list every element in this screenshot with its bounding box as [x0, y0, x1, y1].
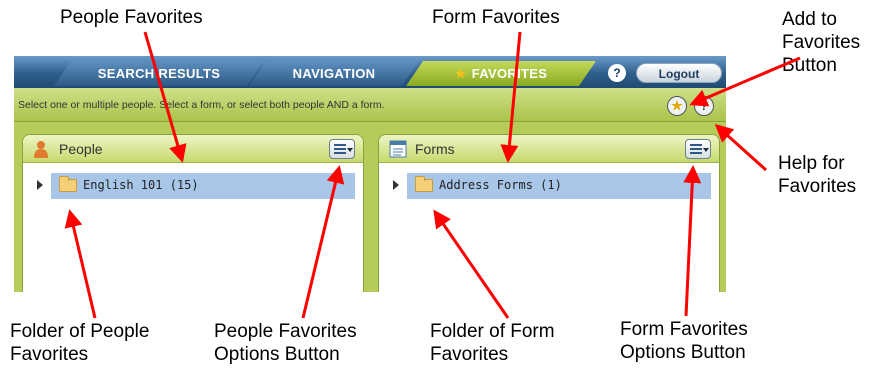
callout-line: Favorites	[782, 32, 861, 53]
folder-icon	[415, 176, 433, 192]
tab-navigation[interactable]: NAVIGATION	[249, 61, 419, 86]
callout-line: Favorites	[430, 344, 509, 365]
callout-folder-of-people-favorites: Folder of People Favorites	[10, 320, 149, 366]
favorites-help-button[interactable]: ?	[694, 96, 714, 116]
people-panel: People English 101 (15)	[22, 134, 364, 292]
callout-line: Add to	[782, 9, 837, 30]
callout-folder-of-form-favorites: Folder of Form Favorites	[430, 320, 555, 366]
chevron-down-icon	[347, 148, 353, 152]
favorites-screen: SEARCH RESULTS NAVIGATION ★ FAVORITES ? L…	[14, 56, 726, 292]
forms-panel-title: Forms	[415, 141, 455, 157]
callout-line: Help for	[778, 153, 845, 174]
callout-line: Options Button	[620, 342, 746, 363]
instruction-bar: Select one or multiple people. Select a …	[14, 88, 726, 122]
callout-people-favorites: People Favorites	[60, 7, 203, 28]
forms-folder-label: Address Forms (1)	[439, 178, 562, 192]
people-options-button[interactable]	[329, 139, 355, 159]
callout-form-favorites-options: Form Favorites Options Button	[620, 318, 748, 364]
options-menu-icon	[334, 144, 346, 146]
help-icon[interactable]: ?	[608, 64, 626, 82]
people-folder-label: English 101 (15)	[83, 178, 199, 192]
tab-favorites[interactable]: ★ FAVORITES	[406, 61, 596, 86]
forms-options-button[interactable]	[685, 139, 711, 159]
callout-line: Favorites	[778, 176, 857, 197]
forms-panel: Forms Address Forms (1)	[378, 134, 720, 292]
expand-arrow-icon[interactable]	[393, 180, 399, 190]
expand-arrow-icon[interactable]	[37, 180, 43, 190]
people-panel-title: People	[59, 141, 103, 157]
callout-line: People Favorites	[214, 321, 357, 342]
callout-line: Folder of People	[10, 321, 150, 342]
tab-bar: SEARCH RESULTS NAVIGATION ★ FAVORITES ? L…	[14, 56, 726, 88]
form-list-icon	[389, 140, 407, 158]
folder-icon	[59, 176, 77, 192]
callout-line: Button	[782, 55, 837, 76]
tab-search-results[interactable]: SEARCH RESULTS	[54, 61, 264, 86]
callout-line: Form Favorites	[620, 319, 748, 340]
chevron-down-icon	[703, 148, 709, 152]
options-menu-icon	[690, 144, 702, 146]
callout-form-favorites: Form Favorites	[432, 7, 560, 28]
instruction-text: Select one or multiple people. Select a …	[18, 99, 385, 111]
callout-line: Favorites	[10, 344, 89, 365]
people-folder-row[interactable]: English 101 (15)	[37, 173, 355, 199]
add-to-favorites-button[interactable]: ★	[667, 96, 687, 116]
forms-panel-header: Forms	[379, 135, 719, 163]
callout-line: Folder of Form	[430, 321, 555, 342]
callout-add-to-favorites: Add to Favorites Button	[782, 8, 860, 77]
forms-folder-row[interactable]: Address Forms (1)	[393, 173, 711, 199]
people-panel-header: People	[23, 135, 363, 163]
logout-button[interactable]: Logout	[636, 63, 722, 83]
callout-people-favorites-options: People Favorites Options Button	[214, 320, 357, 366]
favorites-main-area: People English 101 (15) Forms Address Fo…	[14, 122, 726, 292]
callout-line: Options Button	[214, 344, 340, 365]
callout-help-for-favorites: Help for Favorites	[778, 152, 856, 198]
star-icon: ★	[454, 66, 467, 81]
tab-favorites-label: FAVORITES	[471, 66, 548, 81]
person-icon	[34, 141, 48, 158]
